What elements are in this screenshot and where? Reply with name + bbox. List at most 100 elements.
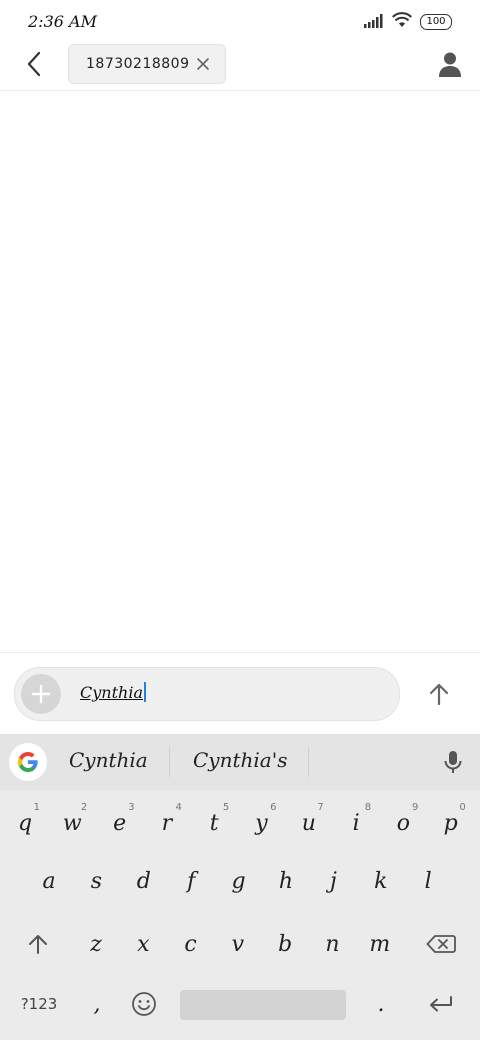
conversation-header: 18730218809 [0,44,480,91]
suggestion-1[interactable]: Cynthia [69,748,148,772]
key-h[interactable]: h [265,856,307,906]
key-number-hint: 5 [222,802,230,813]
key-letter: s [90,868,103,894]
chevron-left-icon [27,51,41,77]
key-b[interactable]: b [264,919,306,969]
key-letter: y [255,810,268,836]
text-caret [143,682,146,702]
message-input-box[interactable]: Cynthia [14,667,400,721]
key-letter: q [17,810,33,836]
close-icon[interactable] [195,56,211,72]
battery-indicator: 100 [420,14,452,30]
send-button[interactable] [420,675,458,713]
key-letter: z [90,931,102,957]
key-letter: v [231,931,245,957]
status-bar: 2:36 AM 100 [0,0,480,44]
key-number-hint: 7 [317,802,324,813]
key-letter: k [374,868,388,894]
key-letter: n [325,931,340,957]
key-m[interactable]: m [359,919,401,969]
key-letter: t [209,810,219,836]
key-y[interactable]: y6 [241,798,283,848]
key-letter: c [184,931,197,957]
microphone-button[interactable] [438,747,468,777]
enter-key[interactable] [420,979,462,1029]
emoji-key[interactable] [123,979,165,1029]
shift-key[interactable] [17,919,59,969]
key-letter: o [396,810,411,836]
key-q[interactable]: q1 [4,798,46,848]
key-t[interactable]: t5 [193,798,235,848]
symbols-key[interactable]: ?123 [17,979,61,1029]
space-key[interactable] [180,990,346,1020]
key-letter: i [352,810,360,836]
key-v[interactable]: v [217,919,259,969]
suggestion-strip: Cynthia Cynthia's [0,734,480,790]
key-letter: j [329,868,337,894]
key-c[interactable]: c [170,919,212,969]
key-d[interactable]: d [123,856,165,906]
enter-icon [430,996,452,1012]
key-letter: x [137,931,150,957]
key-letter: r [161,810,173,836]
suggestion-2[interactable]: Cynthia's [193,748,287,772]
soft-keyboard: Cynthia Cynthia's q1w2e3r4t5y6u7i8o9p0as… [0,734,480,1040]
key-u[interactable]: u7 [288,798,330,848]
key-n[interactable]: n [312,919,354,969]
key-number-hint: 0 [459,802,466,813]
comma-key[interactable]: , [76,979,118,1029]
attach-button[interactable] [21,674,61,714]
key-number-hint: 4 [175,802,182,813]
arrow-up-icon [429,683,449,706]
recipient-number: 18730218809 [86,56,190,72]
google-g-icon[interactable] [9,743,47,781]
key-i[interactable]: i8 [335,798,377,848]
period-key[interactable]: . [360,979,402,1029]
key-o[interactable]: o9 [382,798,424,848]
contact-person-icon[interactable] [436,50,464,78]
microphone-icon [444,751,462,773]
key-g[interactable]: g [218,856,260,906]
key-letter: l [424,868,432,894]
key-letter: p [443,810,458,836]
backspace-icon [426,935,456,953]
shift-arrow-icon [29,935,47,954]
key-letter: f [187,868,196,894]
key-letter: a [42,868,56,894]
key-f[interactable]: f [170,856,212,906]
key-letter: e [113,810,127,836]
key-letter: w [62,810,82,836]
signal-icon [364,13,384,32]
key-e[interactable]: e3 [99,798,141,848]
key-a[interactable]: a [28,856,70,906]
key-s[interactable]: s [75,856,117,906]
key-x[interactable]: x [122,919,164,969]
back-button[interactable] [18,48,50,80]
key-letter: h [278,868,294,894]
key-number-hint: 8 [364,802,372,813]
suggestion-divider [308,747,309,777]
composer-bar: Cynthia [0,652,480,735]
recipient-chip[interactable]: 18730218809 [68,44,226,84]
key-letter: b [278,931,293,957]
plus-icon [31,684,51,704]
message-text: Cynthia [80,683,143,702]
key-number-hint: 1 [33,802,40,813]
status-time: 2:36 AM [28,12,97,31]
key-letter: g [231,868,246,894]
status-icons: 100 [364,12,452,32]
key-p[interactable]: p0 [430,798,472,848]
suggestion-divider [169,747,170,777]
key-k[interactable]: k [360,856,402,906]
key-number-hint: 3 [128,802,135,813]
key-z[interactable]: z [75,919,117,969]
key-letter: m [369,931,391,957]
key-number-hint: 9 [412,802,419,813]
backspace-key[interactable] [420,919,462,969]
key-l[interactable]: l [407,856,449,906]
key-r[interactable]: r4 [146,798,188,848]
key-j[interactable]: j [312,856,354,906]
message-input[interactable]: Cynthia [80,682,146,702]
key-w[interactable]: w2 [51,798,93,848]
message-thread[interactable] [0,91,480,651]
